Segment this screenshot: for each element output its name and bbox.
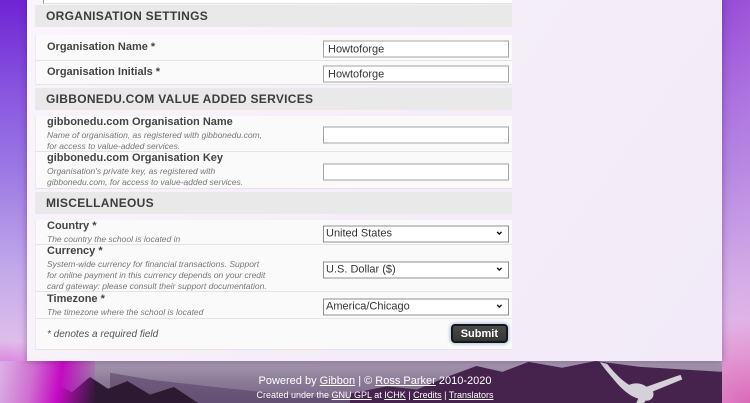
row-currency: Currency * System-wide currency for fina… bbox=[35, 245, 512, 292]
gibbonedu-org-key-input[interactable] bbox=[323, 163, 509, 180]
currency-description: System-wide currency for financial trans… bbox=[47, 258, 267, 291]
content-panel: ORGANISATION SETTINGS Organisation Name … bbox=[27, 0, 722, 361]
row-country: Country * The country the school is loca… bbox=[35, 220, 512, 245]
row-timezone: Timezone * The timezone where the school… bbox=[35, 292, 512, 319]
organisation-initials-input[interactable] bbox=[323, 65, 509, 83]
footer-credit-line: Powered by Gibbon | © Ross Parker 2010-2… bbox=[0, 375, 750, 388]
submit-button[interactable]: Submit bbox=[450, 324, 508, 343]
row-organisation-initials: Organisation Initials * bbox=[35, 61, 512, 85]
organisation-name-input[interactable] bbox=[323, 40, 509, 58]
section-header-organisation-settings: ORGANISATION SETTINGS bbox=[35, 5, 512, 27]
country-select[interactable]: United States bbox=[323, 225, 509, 242]
currency-label: Currency * bbox=[47, 244, 103, 257]
timezone-select[interactable]: America/Chicago bbox=[323, 298, 509, 315]
footer-license-line: Created under the GNU GPL at ICHK | Cred… bbox=[0, 390, 750, 401]
row-gibbonedu-org-key: gibbonedu.com Organisation Key Organisat… bbox=[35, 152, 512, 189]
required-field-note: * denotes a required field bbox=[47, 328, 159, 340]
page-footer: Powered by Gibbon | © Ross Parker 2010-2… bbox=[0, 375, 750, 401]
gibbonedu-org-key-description: Organisation's private key, as registere… bbox=[47, 166, 244, 187]
translators-link[interactable]: Translators bbox=[449, 390, 494, 400]
credits-link[interactable]: Credits bbox=[413, 390, 442, 400]
gibbonedu-org-name-description: Name of organisation, as registered with… bbox=[47, 129, 262, 151]
row-organisation-name: Organisation Name * bbox=[35, 35, 512, 61]
row-submit: * denotes a required field Submit bbox=[35, 319, 512, 350]
footer-at-text: at bbox=[371, 390, 385, 400]
section-header-miscellaneous: MISCELLANEOUS bbox=[35, 192, 512, 214]
country-description: The country the school is located in bbox=[47, 233, 181, 244]
gnu-gpl-link[interactable]: GNU GPL bbox=[332, 390, 372, 400]
footer-separator-text: | bbox=[441, 390, 449, 400]
gibbonedu-org-name-input[interactable] bbox=[323, 126, 509, 144]
gibbon-link[interactable]: Gibbon bbox=[320, 375, 355, 387]
settings-form: ORGANISATION SETTINGS Organisation Name … bbox=[35, 0, 512, 350]
footer-separator-text: | © bbox=[355, 375, 376, 387]
currency-select[interactable]: U.S. Dollar ($) bbox=[323, 261, 509, 278]
timezone-description: The timezone where the school is located bbox=[47, 306, 204, 317]
ross-parker-link[interactable]: Ross Parker bbox=[375, 375, 436, 387]
previous-row-cutoff bbox=[43, 0, 512, 4]
footer-years-text: 2010-2020 bbox=[435, 375, 492, 387]
footer-powered-by-text: Powered by bbox=[258, 375, 320, 387]
section-header-gibbonedu-services: GIBBONEDU.COM VALUE ADDED SERVICES bbox=[35, 88, 512, 110]
row-gibbonedu-org-name: gibbonedu.com Organisation Name Name of … bbox=[35, 116, 512, 152]
footer-separator-text: | bbox=[405, 390, 414, 400]
ichk-link[interactable]: ICHK bbox=[384, 390, 406, 400]
footer-license-prefix-text: Created under the bbox=[256, 390, 332, 400]
